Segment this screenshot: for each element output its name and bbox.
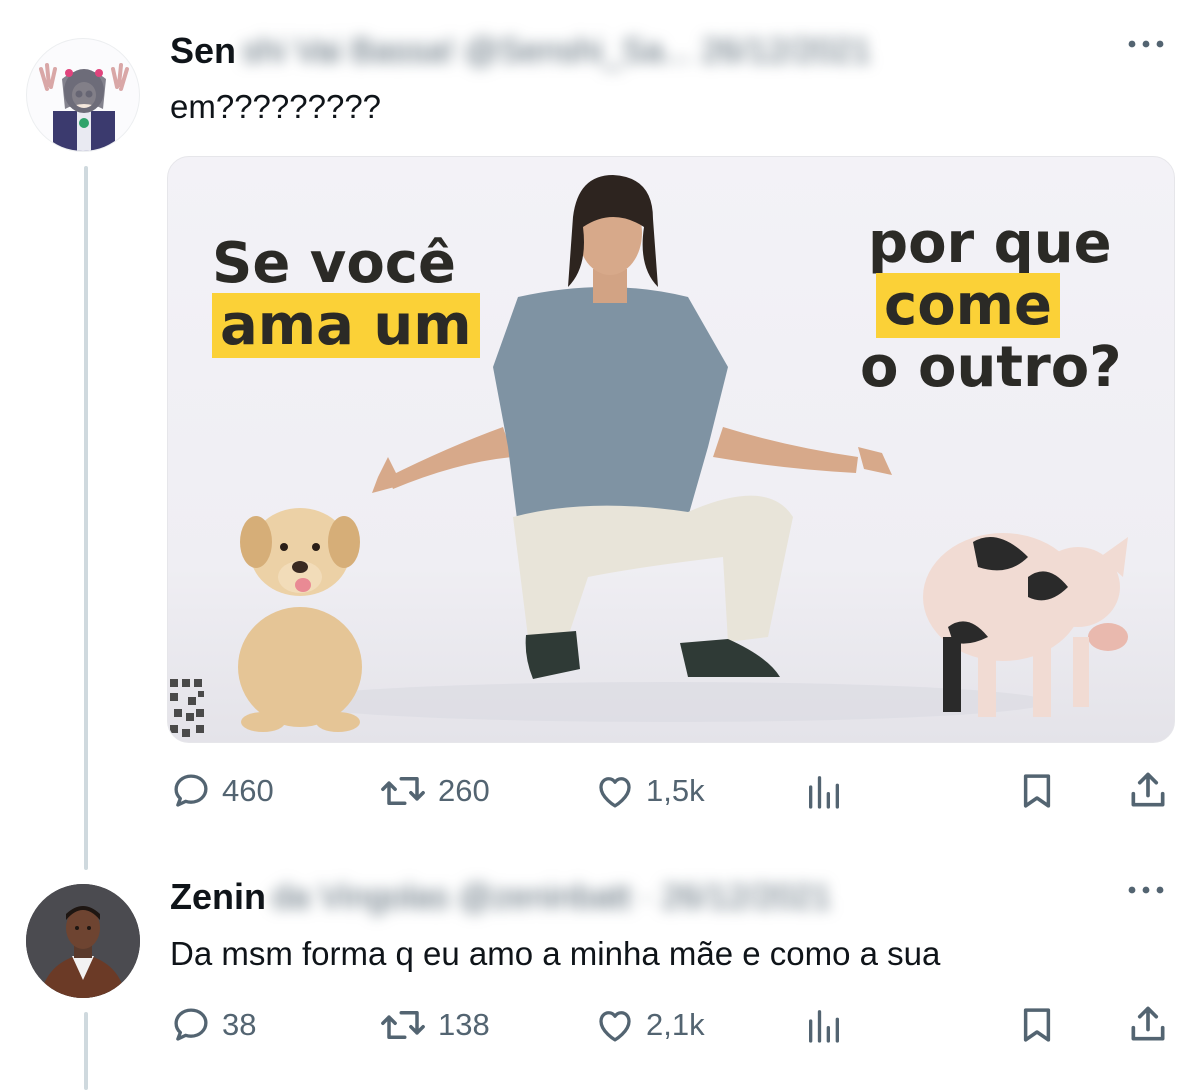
- reply-count: 38: [222, 1007, 257, 1042]
- anime-avatar-image: [39, 63, 129, 151]
- reply-button[interactable]: 38: [170, 1004, 256, 1046]
- tweet-text: em?????????: [170, 88, 382, 125]
- share-button[interactable]: [1126, 1002, 1170, 1046]
- blurred-handle-date: da Vingolas @zeninbatt · 26/12/2021: [272, 877, 832, 916]
- repost-count: 138: [438, 1007, 490, 1042]
- piglet-figure: [923, 533, 1128, 717]
- reply-button[interactable]: 460: [170, 770, 274, 812]
- reply-icon: [174, 1008, 208, 1041]
- views-button[interactable]: [804, 772, 844, 812]
- repost-count: 260: [438, 773, 490, 808]
- avatar[interactable]: [26, 884, 140, 998]
- repost-icon: [381, 1011, 425, 1039]
- bookmark-icon: [1023, 1008, 1051, 1042]
- like-icon: [599, 1011, 631, 1042]
- like-button[interactable]: 1,5k: [594, 770, 705, 812]
- like-button[interactable]: 2,1k: [594, 1004, 705, 1046]
- views-button[interactable]: [804, 1006, 844, 1046]
- media-illustration: [170, 175, 1128, 737]
- thread-line: [84, 166, 88, 870]
- share-icon: [1131, 772, 1165, 807]
- like-count: 2,1k: [646, 1007, 705, 1042]
- bookmark-icon: [1023, 774, 1051, 808]
- display-name[interactable]: Sen: [170, 30, 236, 72]
- bookmark-button[interactable]: [1016, 1004, 1058, 1046]
- portrait-avatar-image: [26, 884, 140, 998]
- repost-button[interactable]: 260: [378, 770, 490, 812]
- tweet-header: Zenin da Vingolas @zeninbatt · 26/12/202…: [170, 876, 831, 918]
- reply-count: 460: [222, 773, 274, 808]
- puppy-figure: [238, 508, 362, 732]
- share-button[interactable]: [1126, 768, 1170, 812]
- blurred-handle-date: shi Vai Bassa! @Senshi_Sa... 26/12/2021: [242, 31, 872, 70]
- tweet-text: Da msm forma q eu amo a minha mãe e como…: [170, 935, 941, 972]
- display-name[interactable]: Zenin: [170, 876, 266, 918]
- repost-button[interactable]: 138: [378, 1004, 490, 1046]
- more-icon[interactable]: [1126, 880, 1166, 905]
- qr-code: [170, 679, 204, 737]
- reply-icon: [174, 774, 208, 807]
- tweet-header: Sen shi Vai Bassa! @Senshi_Sa... 26/12/2…: [170, 30, 871, 72]
- tweet-media[interactable]: Se você ama um por que come o outro?: [167, 156, 1175, 743]
- views-icon: [809, 1010, 839, 1043]
- views-icon: [809, 776, 839, 809]
- tweet-actions: 38 138 2,1k: [0, 1000, 1200, 1050]
- more-icon[interactable]: [1126, 34, 1166, 59]
- like-count: 1,5k: [646, 773, 705, 808]
- bookmark-button[interactable]: [1016, 770, 1058, 812]
- tweet-actions: 460 260 1,5k: [0, 766, 1200, 816]
- like-icon: [599, 777, 631, 808]
- share-icon: [1131, 1006, 1165, 1041]
- avatar[interactable]: [26, 38, 140, 152]
- man-figure: [372, 175, 892, 679]
- repost-icon: [381, 777, 425, 805]
